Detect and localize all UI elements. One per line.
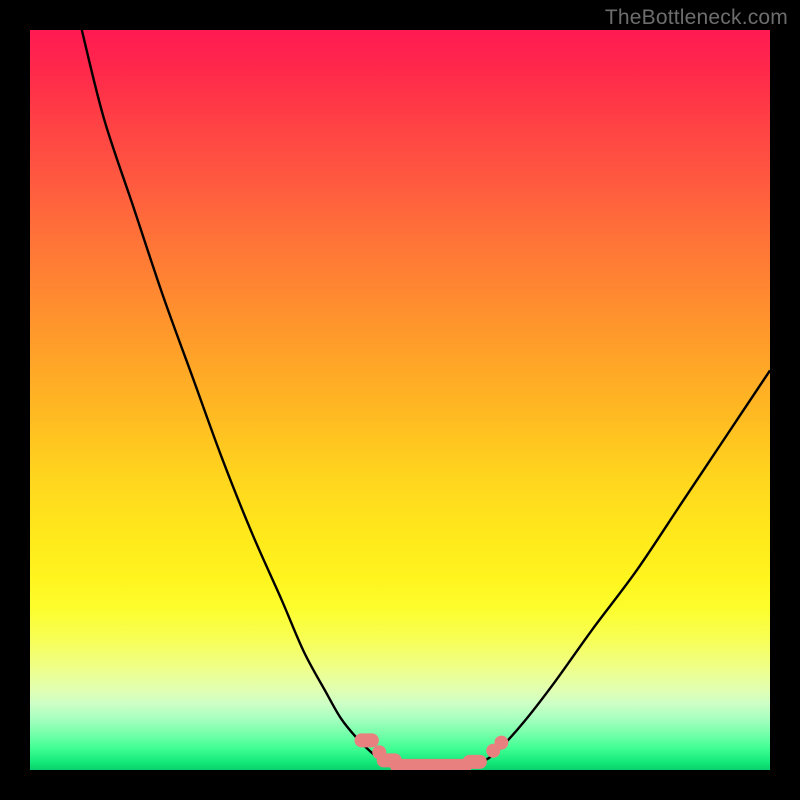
attribution-text: TheBottleneck.com (605, 6, 788, 30)
plot-area (30, 30, 770, 770)
data-marker (355, 733, 379, 747)
curve-layer (30, 30, 770, 770)
data-markers (355, 733, 509, 770)
data-marker (494, 736, 508, 750)
bottleneck-curve (82, 30, 770, 767)
data-marker (463, 755, 487, 769)
data-marker (390, 759, 472, 770)
chart-frame: TheBottleneck.com (0, 0, 800, 800)
